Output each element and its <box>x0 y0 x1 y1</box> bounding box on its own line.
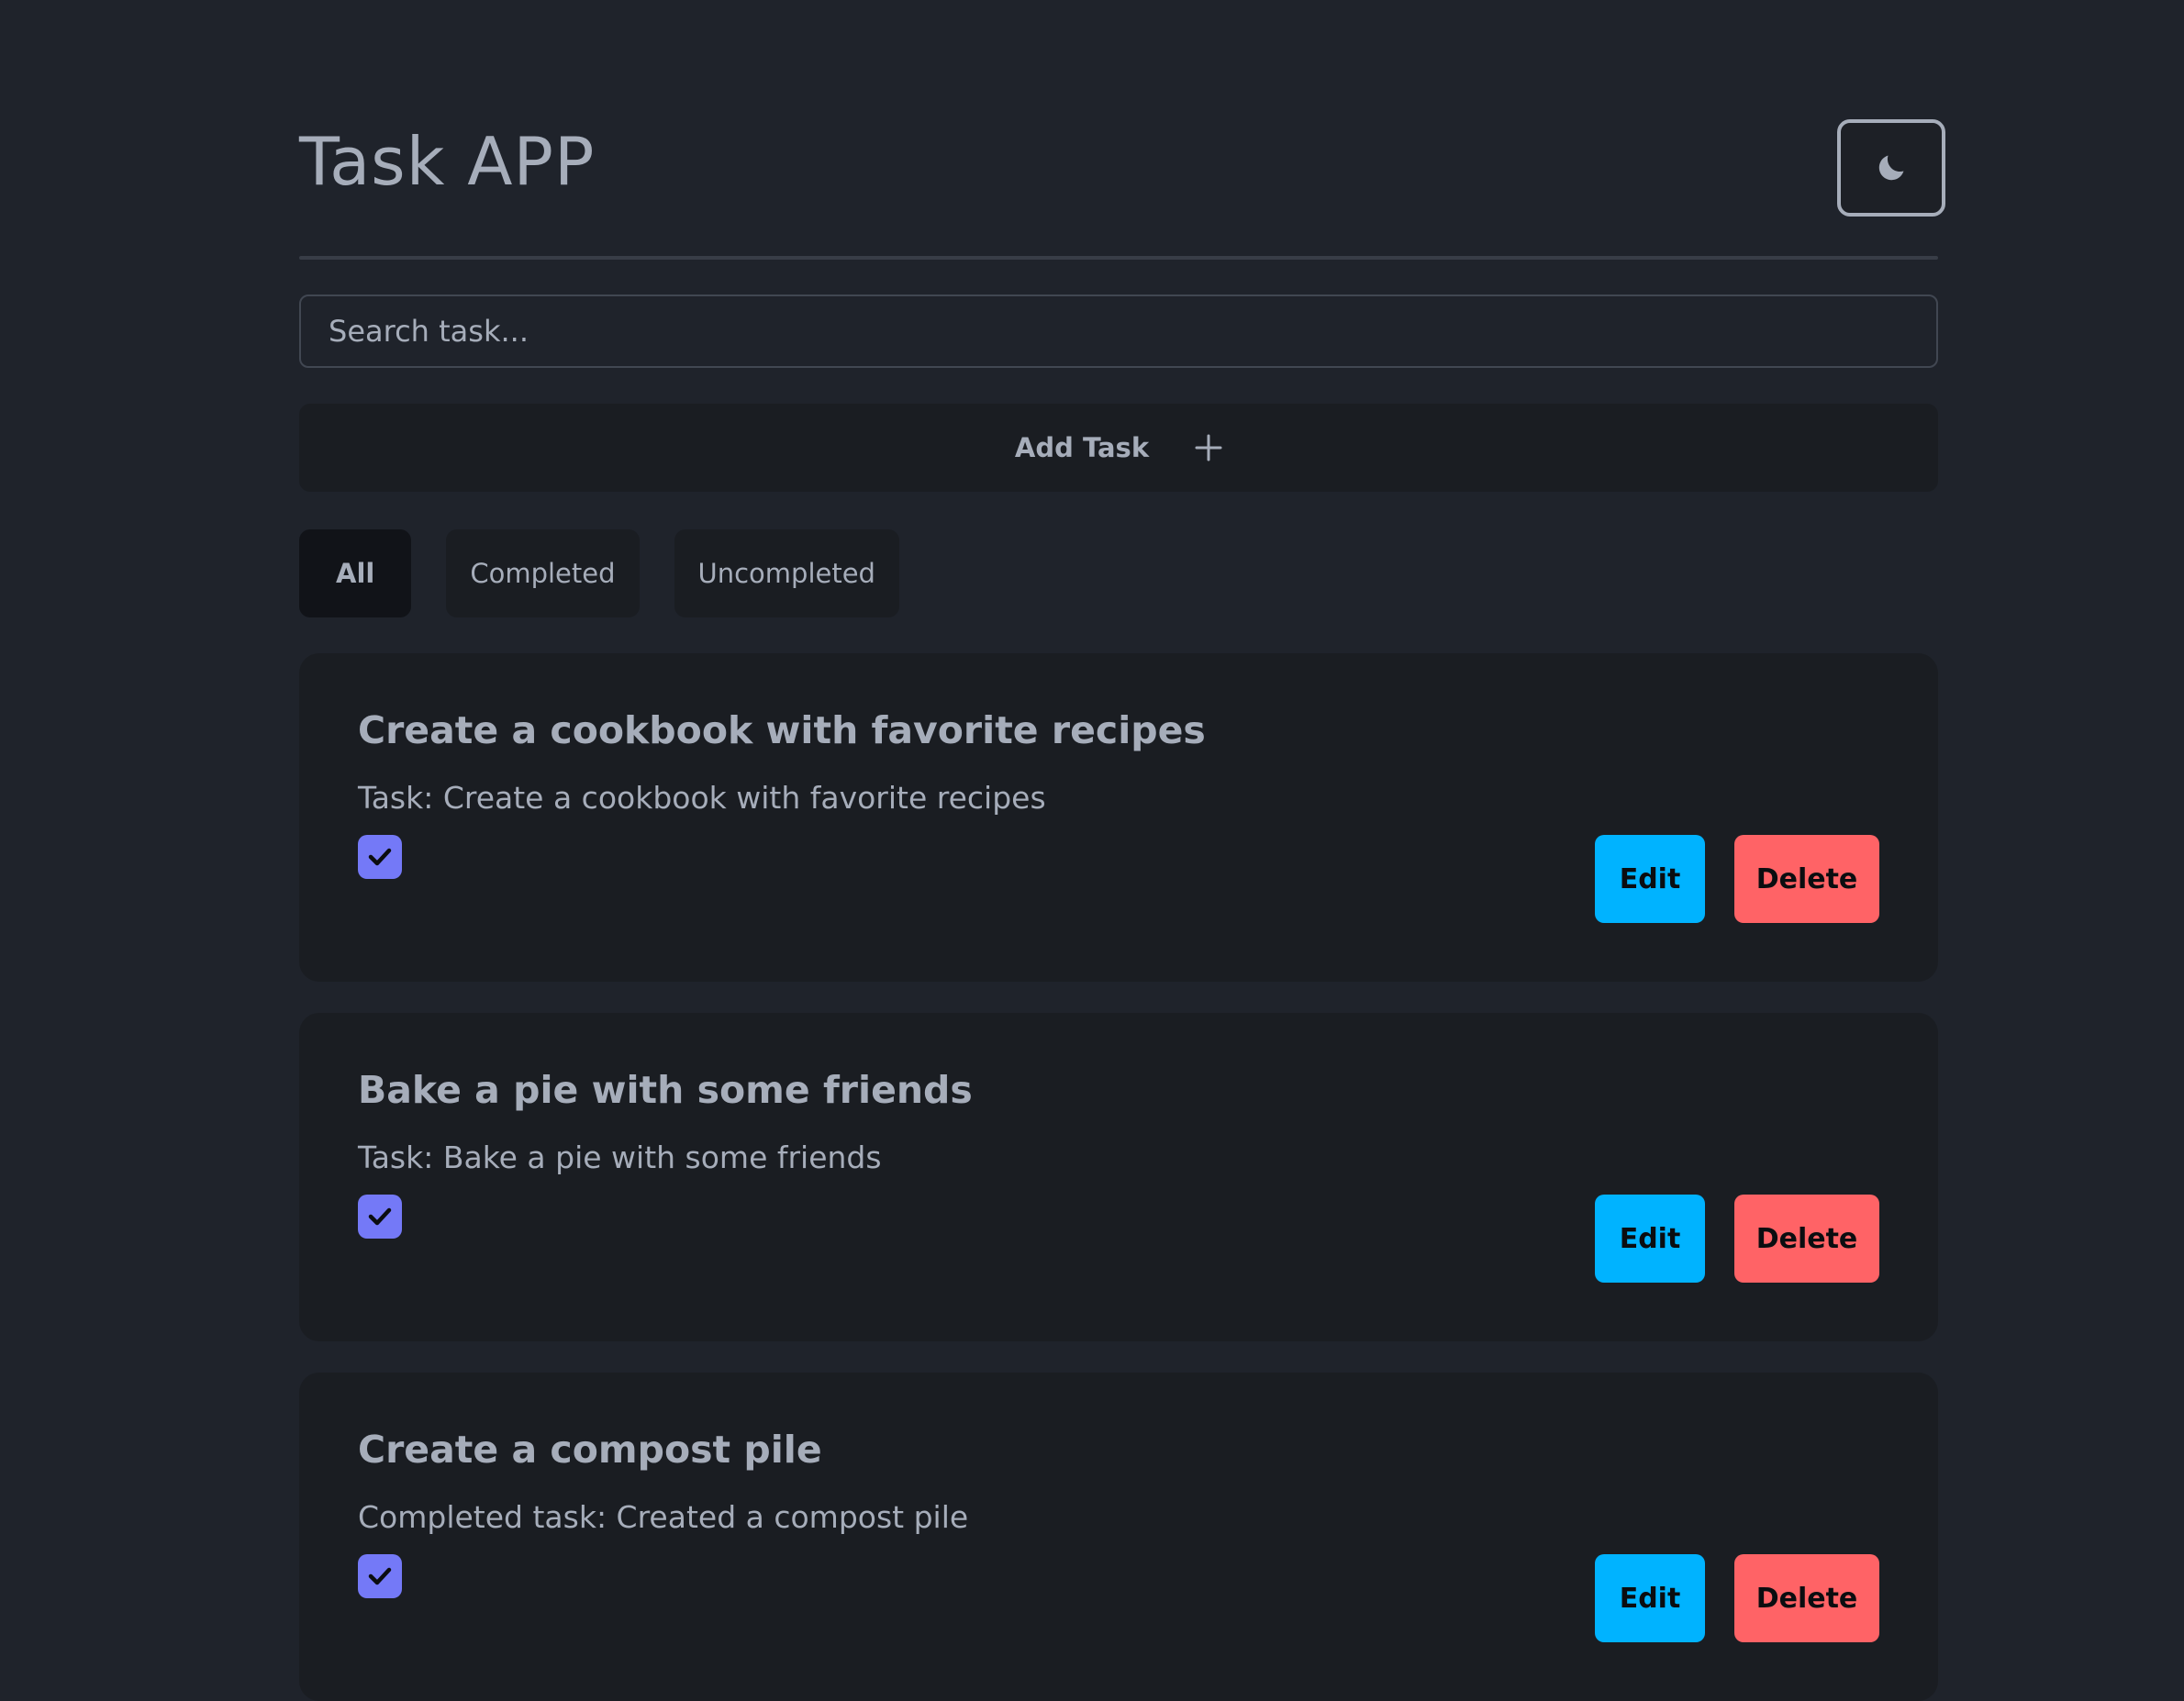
checkmark-icon <box>368 1567 392 1585</box>
add-task-label: Add Task <box>1014 432 1150 463</box>
task-completed-checkbox[interactable] <box>358 1554 402 1598</box>
filter-tabs: All Completed Uncompleted <box>299 529 899 617</box>
task-completed-checkbox[interactable] <box>358 1195 402 1239</box>
task-completed-checkbox[interactable] <box>358 835 402 879</box>
delete-button[interactable]: Delete <box>1734 1195 1879 1283</box>
header-divider <box>299 256 1938 260</box>
task-card: Bake a pie with some friends Task: Bake … <box>299 1013 1938 1341</box>
filter-completed[interactable]: Completed <box>446 529 640 617</box>
search-input[interactable] <box>299 295 1938 368</box>
checkmark-icon <box>368 1207 392 1226</box>
delete-button[interactable]: Delete <box>1734 835 1879 923</box>
task-description: Task: Bake a pie with some friends <box>358 1140 882 1175</box>
filter-all[interactable]: All <box>299 529 412 617</box>
delete-button[interactable]: Delete <box>1734 1554 1879 1642</box>
task-title: Create a compost pile <box>358 1428 822 1472</box>
add-task-button[interactable]: Add Task <box>299 404 1938 492</box>
moon-icon <box>1878 155 1904 181</box>
theme-toggle-button[interactable] <box>1837 119 1945 217</box>
checkmark-icon <box>368 848 392 866</box>
app-header: Task APP <box>299 119 1945 220</box>
filter-uncompleted[interactable]: Uncompleted <box>674 529 899 617</box>
task-description: Task: Create a cookbook with favorite re… <box>358 780 1046 816</box>
task-card: Create a cookbook with favorite recipes … <box>299 653 1938 982</box>
task-description: Completed task: Created a compost pile <box>358 1499 969 1535</box>
page-title: Task APP <box>299 123 596 200</box>
plus-icon <box>1195 434 1222 461</box>
edit-button[interactable]: Edit <box>1595 1554 1705 1642</box>
edit-button[interactable]: Edit <box>1595 835 1705 923</box>
task-title: Create a cookbook with favorite recipes <box>358 708 1206 752</box>
task-card: Create a compost pile Completed task: Cr… <box>299 1373 1938 1701</box>
task-title: Bake a pie with some friends <box>358 1068 973 1112</box>
edit-button[interactable]: Edit <box>1595 1195 1705 1283</box>
